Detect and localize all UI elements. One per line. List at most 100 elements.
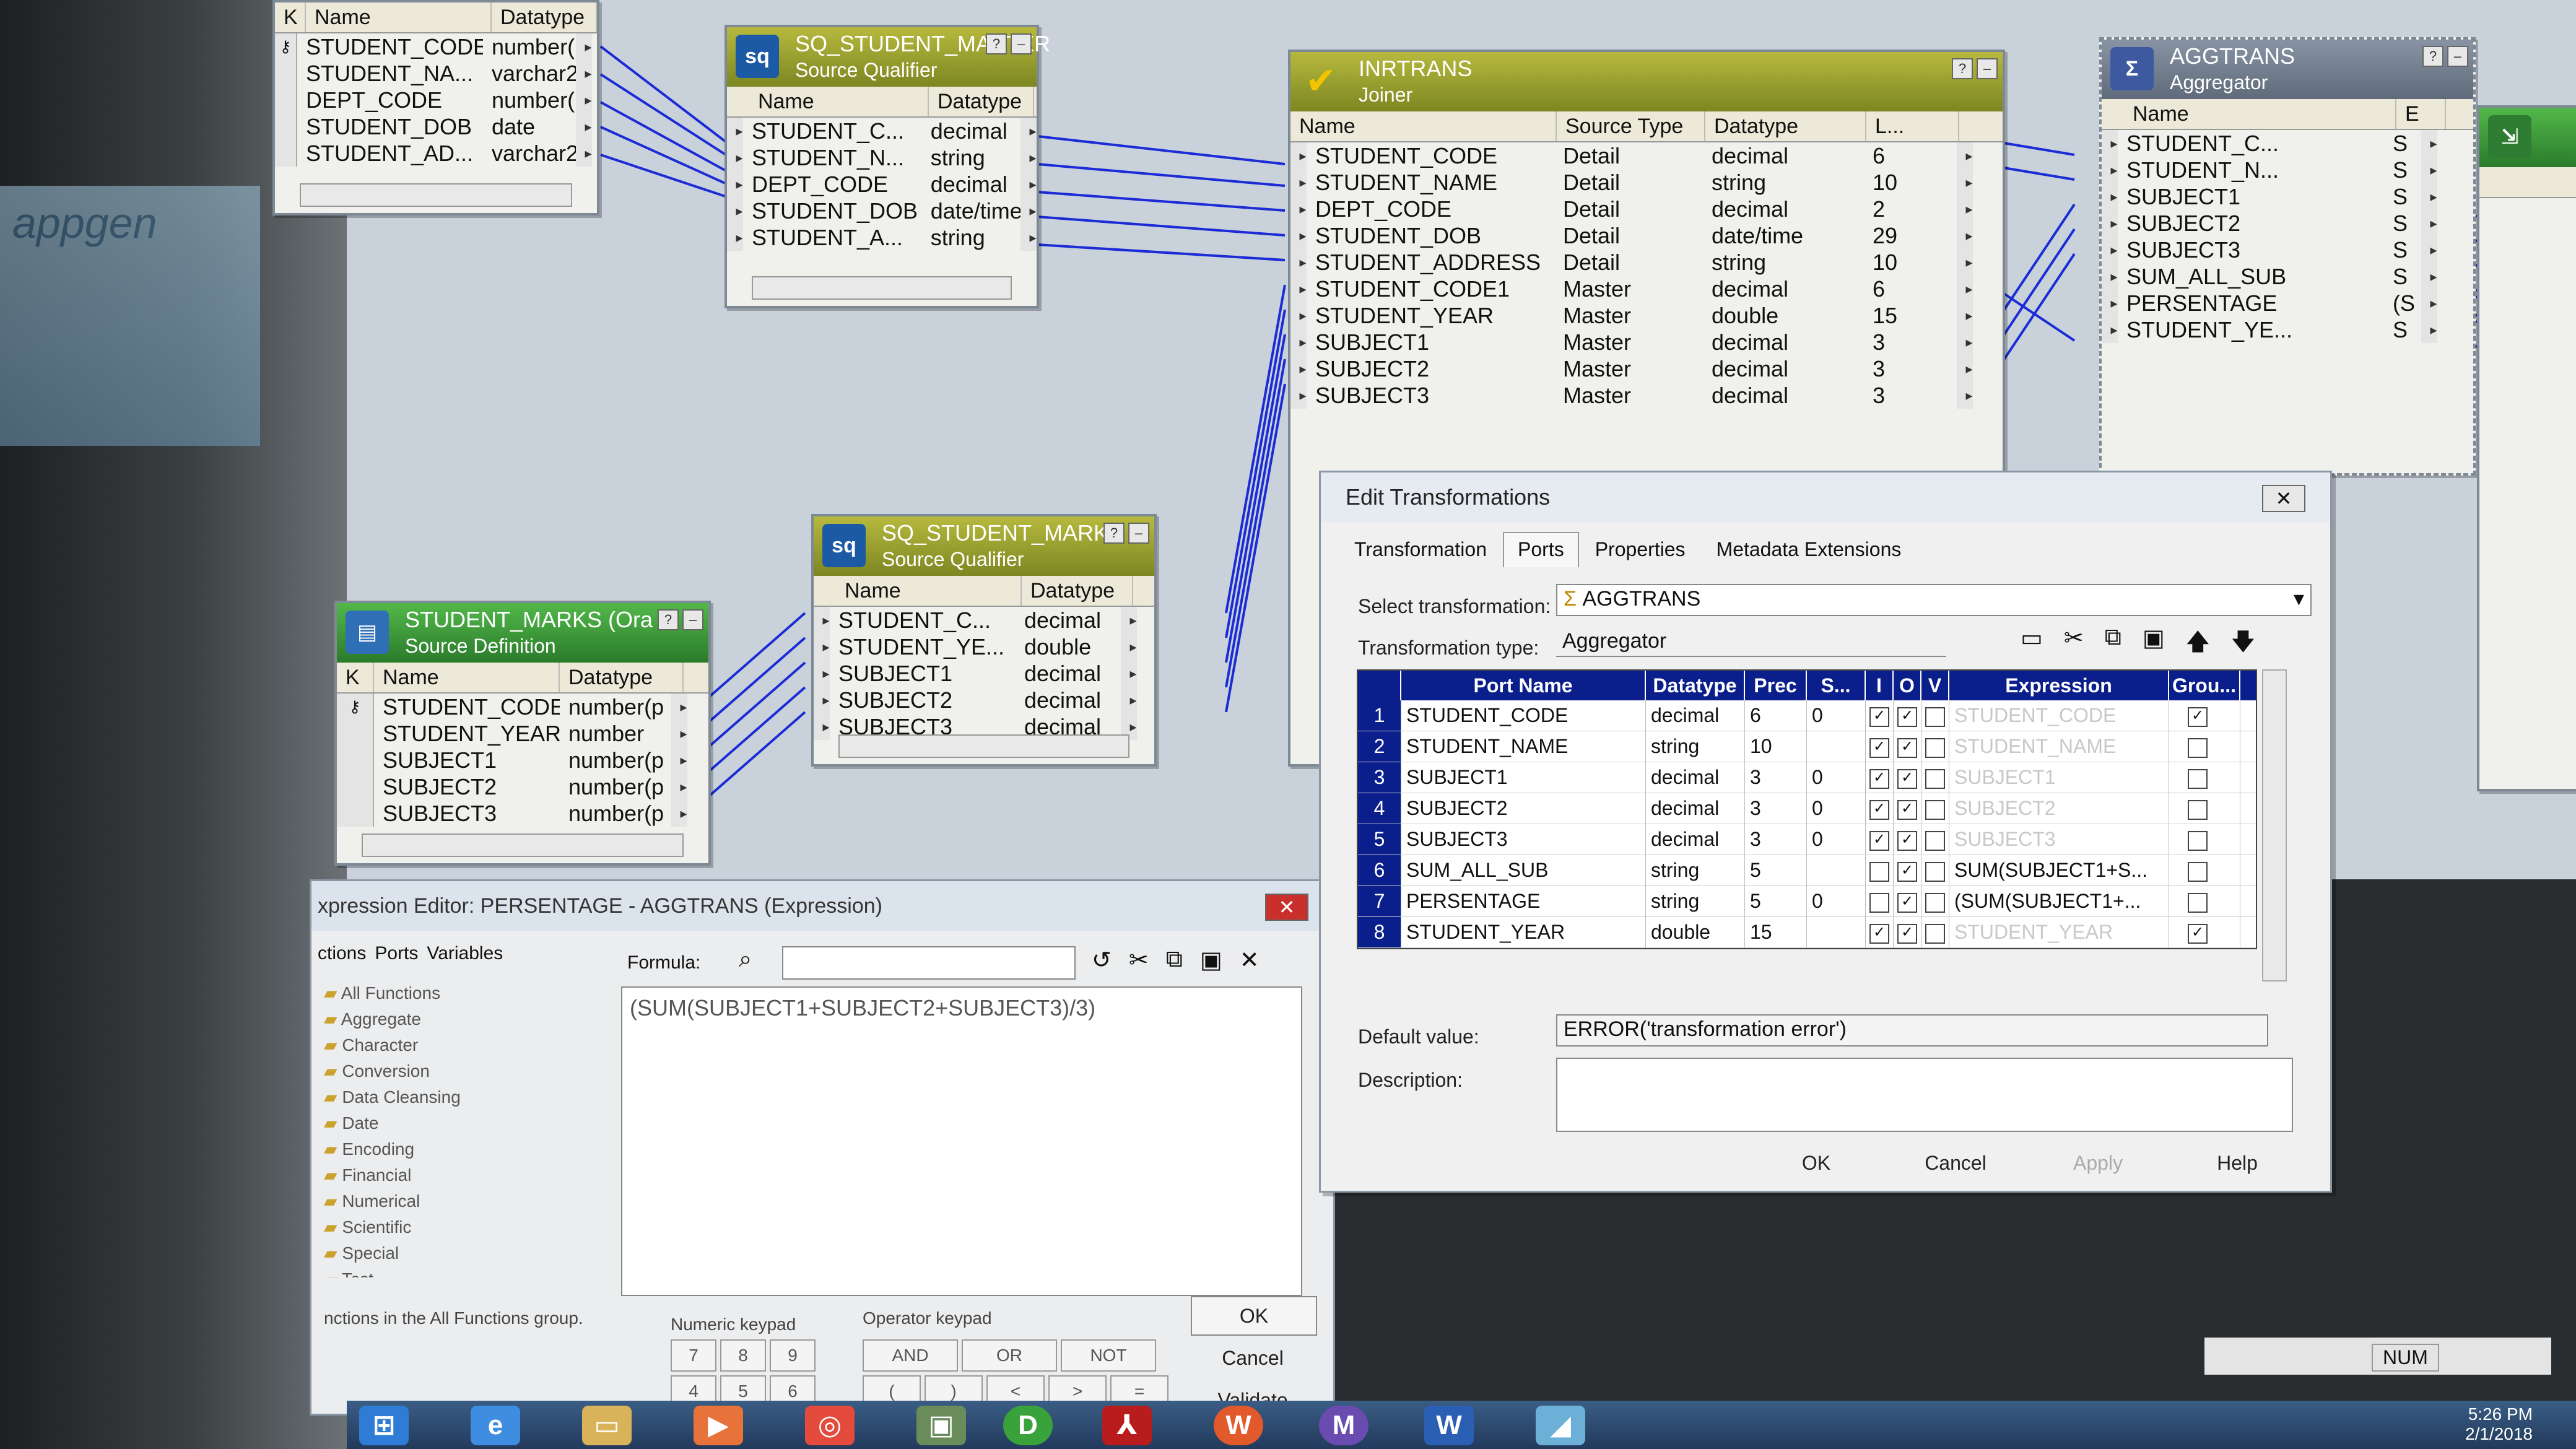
window-titlebar[interactable]: xpression Editor: PERSENTAGE - AGGTRANS … (311, 881, 1333, 931)
i-checkbox[interactable]: ✓ (1869, 830, 1889, 851)
port-arrow-icon[interactable]: ▸ (814, 607, 830, 633)
app-icon[interactable]: ◢ (1536, 1406, 1585, 1445)
port-row[interactable]: ▸ STUDENT_YEAR Master double 15 ▸ (1290, 302, 2003, 329)
expression-cell[interactable]: SUBJECT1 (1949, 762, 2169, 793)
port-row[interactable]: ▸ SUBJECT1 S ▸ (2102, 183, 2473, 210)
scale-cell[interactable]: 0 (1807, 824, 1866, 855)
port-arrow-icon[interactable]: ▸ (814, 687, 830, 713)
help-button-icon[interactable]: ? (658, 609, 679, 630)
scale-cell[interactable]: 0 (1807, 886, 1866, 916)
help-button-icon[interactable]: ? (2422, 46, 2443, 67)
port-row[interactable]: STUDENT_AD... varchar2 ▸ (275, 140, 597, 167)
cancel-button[interactable]: Cancel (1191, 1339, 1315, 1377)
group-by-checkbox[interactable] (2188, 799, 2208, 820)
app-icon[interactable]: ▣ (916, 1406, 966, 1445)
port-row[interactable]: ▸ SUBJECT2 Master decimal 3 ▸ (1290, 355, 2003, 382)
folder-icon[interactable]: ▭ (582, 1406, 632, 1445)
i-checkbox[interactable]: ✓ (1869, 799, 1889, 820)
v-checkbox[interactable] (1925, 830, 1945, 851)
horizontal-scrollbar[interactable] (300, 183, 572, 207)
designer-icon[interactable]: D (1003, 1406, 1053, 1445)
tab-variables[interactable]: Variables (427, 943, 503, 964)
expression-cell[interactable]: SUM(SUBJECT1+S... (1949, 855, 2169, 886)
datatype-cell[interactable]: string (1646, 886, 1745, 916)
delete-icon[interactable]: ✕ (1240, 946, 1260, 974)
port-row[interactable]: ▸ STUDENT_YE... S ▸ (2102, 316, 2473, 343)
port-arrow-icon[interactable]: ▸ (1290, 276, 1307, 302)
default-value-field[interactable]: ERROR('transformation error') (1556, 1014, 2268, 1046)
expression-cell[interactable]: SUBJECT2 (1949, 793, 2169, 824)
monitor-icon[interactable]: M (1319, 1406, 1368, 1445)
precision-cell[interactable]: 5 (1745, 886, 1807, 916)
copy-icon[interactable]: ⧉ (2105, 624, 2121, 664)
port-arrow-icon[interactable]: ▸ (1957, 302, 1973, 329)
v-checkbox[interactable] (1925, 738, 1945, 758)
move-down-icon[interactable]: 🡇 (2231, 624, 2255, 664)
port-name-cell[interactable]: STUDENT_YEAR (1401, 917, 1646, 947)
port-arrow-icon[interactable]: ▸ (1020, 144, 1037, 171)
close-icon[interactable]: ✕ (1265, 894, 1308, 921)
port-row[interactable]: ▸ SUBJECT2 S ▸ (2102, 210, 2473, 237)
function-group-item[interactable]: ▰ Financial (324, 1162, 584, 1188)
port-arrow-icon[interactable]: ▸ (2421, 210, 2437, 237)
port-grid-row[interactable]: 4 SUBJECT2 decimal 3 0 ✓ ✓ SUBJECT2 (1358, 793, 2256, 824)
port-arrow-icon[interactable]: ▸ (576, 33, 592, 60)
start-button-icon[interactable]: ⊞ (359, 1406, 409, 1445)
port-arrow-icon[interactable]: ▸ (1290, 222, 1307, 249)
port-arrow-icon[interactable]: ▸ (2102, 183, 2118, 210)
port-row[interactable]: ▸ STUDENT_C... decimal ▸ (814, 607, 1154, 633)
port-arrow-icon[interactable]: ▸ (2421, 130, 2437, 157)
o-checkbox[interactable]: ✓ (1897, 892, 1917, 913)
student-master-source-window[interactable]: K Name Datatype ⚷STUDENT_CODEnumber(p▸ S… (272, 0, 599, 215)
port-row[interactable]: ▸ SUBJECT3 S ▸ (2102, 237, 2473, 263)
port-arrow-icon[interactable]: ▸ (727, 171, 743, 198)
port-row[interactable]: ▸ STUDENT_N... S ▸ (2102, 157, 2473, 183)
port-arrow-icon[interactable]: ▸ (1121, 660, 1137, 687)
row-number[interactable]: 8 (1358, 917, 1401, 947)
function-group-item[interactable]: ▰ Conversion (324, 1058, 584, 1084)
port-row[interactable]: ▸ SUBJECT1 Master decimal 3 ▸ (1290, 329, 2003, 355)
port-arrow-icon[interactable]: ▸ (1957, 196, 1973, 222)
port-arrow-icon[interactable]: ▸ (2421, 263, 2437, 290)
expression-cell[interactable]: STUDENT_CODE (1949, 700, 2169, 731)
new-port-icon[interactable]: ▭ (2021, 624, 2043, 664)
row-number[interactable]: 3 (1358, 762, 1401, 793)
port-row[interactable]: STUDENT_DOB date ▸ (275, 113, 597, 140)
v-checkbox[interactable] (1925, 861, 1945, 882)
port-arrow-icon[interactable]: ▸ (1020, 118, 1037, 144)
description-field[interactable] (1556, 1058, 2293, 1132)
edit-transformations-dialog[interactable]: Edit Transformations ✕ Transformation Po… (1319, 471, 2332, 1193)
row-number[interactable]: 1 (1358, 700, 1401, 731)
port-row[interactable]: STUDENT_NA... varchar2 ▸ (275, 60, 597, 87)
pdf-icon[interactable]: ⅄ (1102, 1406, 1152, 1445)
o-checkbox[interactable]: ✓ (1897, 768, 1917, 789)
port-row[interactable]: ▸ STUDENT_DOB Detail date/time 29 ▸ (1290, 222, 2003, 249)
move-up-icon[interactable]: 🡅 (2186, 624, 2210, 664)
function-tree[interactable]: ▰ All Functions ▰ Aggregate ▰ Character ▰ C… (324, 980, 584, 1277)
port-arrow-icon[interactable]: ▸ (1290, 329, 1307, 355)
i-checkbox[interactable]: ✓ (1869, 923, 1889, 944)
port-arrow-icon[interactable]: ▸ (1957, 355, 1973, 382)
function-group-item[interactable]: ▰ Special (324, 1240, 584, 1266)
datatype-cell[interactable]: decimal (1646, 762, 1745, 793)
precision-cell[interactable]: 6 (1745, 700, 1807, 731)
copy-icon[interactable]: ⧉ (1166, 946, 1183, 974)
function-group-item[interactable]: ▰ Character (324, 1032, 584, 1058)
minimize-button-icon[interactable]: – (2447, 46, 2468, 67)
port-arrow-icon[interactable]: ▸ (1957, 249, 1973, 276)
port-row[interactable]: ▸ STUDENT_CODE Detail decimal 6 ▸ (1290, 142, 2003, 169)
group-by-checkbox[interactable] (2188, 738, 2208, 758)
row-number[interactable]: 6 (1358, 855, 1401, 886)
port-arrow-icon[interactable]: ▸ (1290, 249, 1307, 276)
port-arrow-icon[interactable]: ▸ (1290, 382, 1307, 409)
port-row[interactable]: ⚷ STUDENT_CODE number(p ▸ (337, 694, 708, 720)
horizontal-scrollbar[interactable] (362, 833, 684, 857)
port-arrow-icon[interactable]: ▸ (727, 118, 743, 144)
tab-ports[interactable]: Ports (1503, 532, 1579, 567)
tab-metadata-extensions[interactable]: Metadata Extensions (1702, 532, 1917, 567)
port-row[interactable]: ▸ STUDENT_YE... double ▸ (814, 633, 1154, 660)
port-arrow-icon[interactable]: ▸ (576, 87, 592, 113)
port-row[interactable]: SUBJECT3 number(p ▸ (337, 800, 708, 827)
i-checkbox[interactable]: ✓ (1869, 768, 1889, 789)
sq-student-master-window[interactable]: sq SQ_STUDENT_MASTER Source Qualifier ? –… (724, 25, 1050, 308)
